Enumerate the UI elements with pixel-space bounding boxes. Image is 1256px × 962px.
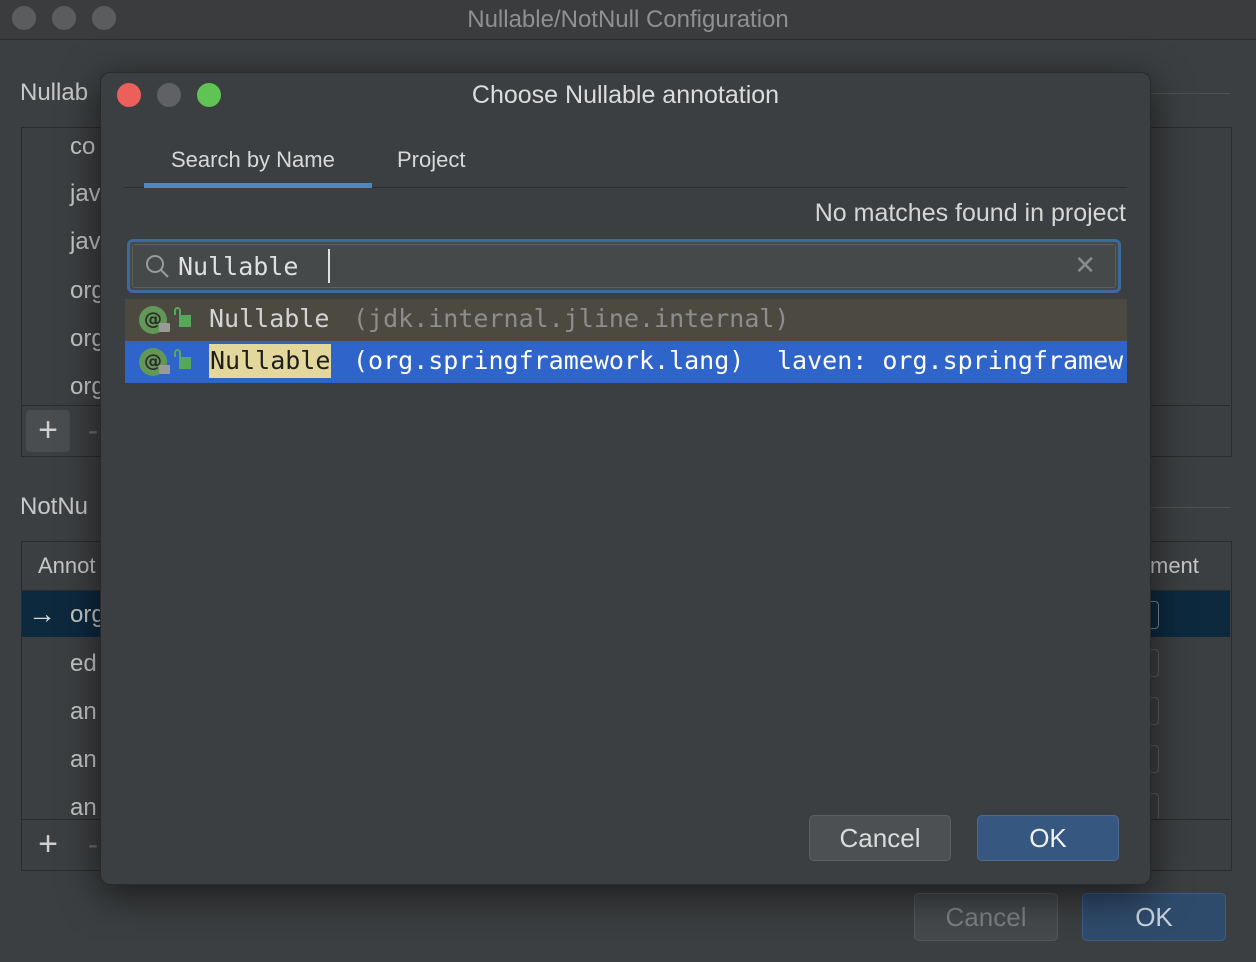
table-row[interactable]: an: [70, 794, 97, 822]
search-status-text: No matches found in project: [814, 199, 1126, 227]
column-header-instrument[interactable]: ment: [1150, 553, 1199, 579]
add-notnull-button[interactable]: +: [26, 824, 70, 866]
plus-icon: +: [38, 411, 58, 449]
result-library-location: laven: org.springframew: [777, 346, 1124, 375]
result-row-selected[interactable]: @ Nullable (org.springframework.lang) la…: [125, 341, 1127, 383]
search-input[interactable]: [178, 248, 1058, 284]
list-item[interactable]: jav: [70, 228, 101, 256]
result-class-name: Nullable: [209, 344, 332, 378]
background-titlebar: Nullable/NotNull Configuration: [0, 0, 1256, 40]
result-package: (org.springframework.lang): [353, 346, 745, 375]
table-row[interactable]: an: [70, 746, 97, 774]
background-ok-button[interactable]: OK: [1082, 893, 1226, 941]
public-access-icon: [174, 307, 191, 327]
result-class-name: Nullable: [209, 304, 330, 333]
dialog-title: Choose Nullable annotation: [471, 81, 780, 109]
default-arrow-icon: →: [28, 598, 56, 629]
search-field[interactable]: ✕: [127, 239, 1121, 293]
minus-icon[interactable]: -: [88, 414, 98, 448]
plus-icon: +: [38, 825, 58, 863]
result-row[interactable]: @ Nullable (jdk.internal.jline.internal): [125, 299, 1127, 341]
close-icon[interactable]: ✕: [1074, 250, 1096, 281]
minus-icon[interactable]: -: [88, 828, 98, 862]
text-caret: [328, 249, 330, 283]
ok-button[interactable]: OK: [977, 815, 1119, 861]
lock-icon: [159, 323, 170, 332]
result-package: (jdk.internal.jline.internal): [353, 304, 790, 333]
table-row[interactable]: ed: [70, 650, 97, 678]
column-header-annotation[interactable]: Annot: [38, 553, 96, 579]
background-window-title: Nullable/NotNull Configuration: [467, 6, 789, 33]
tab-search-by-name[interactable]: Search by Name: [171, 147, 335, 173]
lock-icon: [159, 365, 170, 374]
choose-annotation-dialog: Choose Nullable annotation Search by Nam…: [100, 72, 1151, 885]
list-item[interactable]: jav: [70, 180, 101, 208]
table-row[interactable]: an: [70, 698, 97, 726]
list-item[interactable]: co: [70, 133, 95, 161]
add-nullable-button[interactable]: +: [26, 410, 70, 452]
active-tab-indicator: [144, 183, 372, 188]
notnull-section-label: NotNu: [20, 493, 89, 520]
section-separator: [1150, 93, 1230, 94]
nullable-section-label: Nullab: [20, 79, 89, 106]
public-access-icon: [174, 349, 191, 369]
search-icon: [144, 253, 170, 284]
cancel-button[interactable]: Cancel: [809, 815, 951, 861]
background-cancel-button[interactable]: Cancel: [914, 893, 1058, 941]
tab-project[interactable]: Project: [397, 147, 465, 173]
section-separator: [1150, 507, 1230, 508]
